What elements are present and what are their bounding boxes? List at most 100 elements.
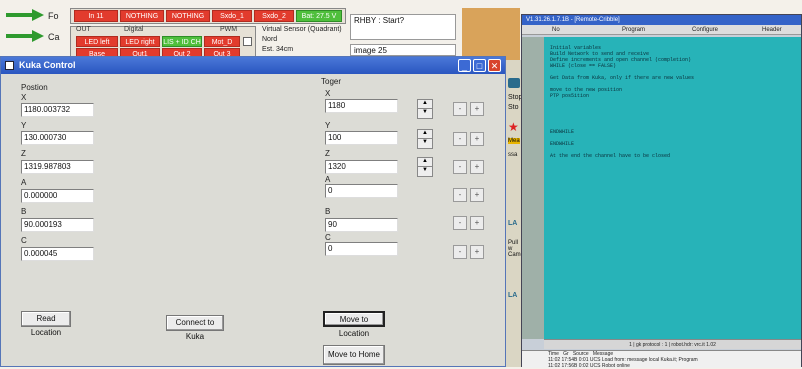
spin-down-icon[interactable]: ▼ [417, 138, 433, 149]
step-minus-button[interactable]: - [453, 188, 467, 202]
image-label-field: image 25 [350, 44, 456, 56]
axis-label-b: B [21, 207, 27, 216]
sensor-distance: Est. 34cm [262, 46, 294, 53]
indicator-cell[interactable]: NOTHING [120, 10, 164, 22]
side-label: Ca [48, 32, 60, 42]
step-minus-button[interactable]: - [453, 160, 467, 174]
move-to-home-button[interactable]: Move to Home [323, 345, 385, 365]
arrow-right-icon [6, 30, 44, 42]
target-y-field[interactable]: 100 [325, 131, 398, 145]
step-plus-button[interactable]: + [470, 160, 484, 174]
axis-label-a: A [325, 175, 331, 184]
side-label: Fo [48, 11, 59, 21]
axis-label-y: Y [21, 121, 27, 130]
peek-label: LA [508, 220, 518, 227]
close-button[interactable]: ✕ [488, 59, 501, 72]
battery-indicator: Bat: 27.5 V [296, 10, 342, 22]
axis-label-z: Z [21, 149, 26, 158]
output-button[interactable]: LIS + ID CH [162, 36, 202, 47]
position-c-field[interactable]: 0.000045 [21, 247, 94, 261]
step-minus-button[interactable]: - [453, 245, 467, 259]
target-y-spinner[interactable]: ▲ ▼ [417, 129, 433, 149]
sensor-title: Virtual Sensor (Quadrant) [262, 26, 342, 33]
step-plus-button[interactable]: + [470, 245, 484, 259]
message-log: Time Gr Source Message 11:02 17:54B 0:01… [522, 350, 801, 369]
position-b-field[interactable]: 90.000193 [21, 218, 94, 232]
position-heading: Postion [21, 83, 48, 92]
code-editor[interactable]: Initial variables Build Network to send a… [544, 37, 801, 339]
axis-label-z: Z [325, 149, 330, 158]
peek-label: Pull w [508, 240, 519, 252]
star-icon[interactable]: ★ [508, 120, 519, 134]
axis-label-x: X [21, 93, 27, 102]
peek-label: LA [508, 292, 518, 299]
axis-label-y: Y [325, 121, 331, 130]
column-header[interactable]: No [552, 25, 560, 35]
step-plus-button[interactable]: + [470, 132, 484, 146]
column-header[interactable]: Header [762, 25, 782, 35]
sensor-value: Nord [262, 36, 278, 43]
column-header[interactable]: Configure [692, 25, 718, 35]
output-button[interactable]: LED left [76, 36, 118, 47]
editor-column-header: No Program Configure Header [522, 25, 801, 35]
position-z-field[interactable]: 1319.987803 [21, 160, 94, 174]
target-z-spinner[interactable]: ▲ ▼ [417, 157, 433, 177]
position-x-field[interactable]: 1180.003732 [21, 103, 94, 117]
step-plus-button[interactable]: + [470, 216, 484, 230]
step-plus-button[interactable]: + [470, 102, 484, 116]
window-title-bar: Kuka Control [1, 57, 505, 74]
read-location-button[interactable]: Read Location [21, 311, 71, 337]
step-minus-button[interactable]: - [453, 132, 467, 146]
editor-title-bar: V1.31.26.1.7.1B - [Remote-Cribble] [522, 15, 801, 25]
indicator-cell[interactable]: NOTHING [166, 10, 210, 22]
step-minus-button[interactable]: - [453, 102, 467, 116]
axis-label-c: C [21, 236, 27, 245]
output-button[interactable]: Mot_D [204, 36, 240, 47]
axis-label-a: A [21, 178, 27, 187]
column-header[interactable]: Program [622, 25, 645, 35]
spin-down-icon[interactable]: ▼ [417, 108, 433, 119]
axis-label-c: C [325, 233, 331, 242]
pwm-label: PWM [220, 26, 238, 33]
step-minus-button[interactable]: - [453, 216, 467, 230]
target-a-field[interactable]: 0 [325, 184, 398, 198]
indicator-cell[interactable]: Sxdo_1 [212, 10, 252, 22]
peek-label: ssa [508, 152, 518, 158]
indicator-cell[interactable]: Sxdo_2 [254, 10, 294, 22]
kuka-control-window: Kuka Control _ □ ✕ Postion Toger X 1180.… [0, 56, 506, 367]
arrow-right-icon [6, 9, 44, 21]
position-y-field[interactable]: 130.000730 [21, 131, 94, 145]
target-heading: Toger [321, 77, 342, 86]
code-lines: Initial variables Build Network to send a… [550, 45, 694, 159]
window-icon [5, 61, 14, 70]
step-plus-button[interactable]: + [470, 188, 484, 202]
maximize-button[interactable]: □ [473, 59, 486, 72]
code-line: Get Data from Kuka, only if there are ne… [550, 75, 695, 81]
pwm-checkbox[interactable] [243, 37, 252, 46]
app-icon[interactable] [508, 78, 520, 88]
line-number-gutter [522, 37, 544, 339]
peek-label: Sto [508, 104, 519, 111]
status-textbox[interactable]: RHBY : Start? [350, 14, 456, 40]
peek-label: Mea [508, 138, 520, 144]
axis-label-b: B [325, 207, 331, 216]
digital-label: Digital [124, 26, 144, 33]
move-to-location-button[interactable]: Move to Location [323, 311, 385, 338]
output-button[interactable]: LED right [120, 36, 160, 47]
target-b-field[interactable]: 90 [325, 218, 398, 232]
out-label: OUT [76, 26, 91, 33]
target-c-field[interactable]: 0 [325, 242, 398, 256]
window-title: Kuka Control [19, 60, 76, 70]
connect-to-kuka-button[interactable]: Connect to Kuka [166, 315, 224, 341]
code-line: At the end the channel have to be closed [550, 153, 671, 159]
position-a-field[interactable]: 0.000000 [21, 189, 94, 203]
log-row[interactable]: 11:02 17:56B 0:02 UCS Robot online [522, 363, 801, 369]
minimize-button[interactable]: _ [458, 59, 471, 72]
target-x-field[interactable]: 1180 [325, 99, 398, 113]
indicator-cell[interactable]: In 11 [74, 10, 118, 22]
robot-editor-window: V1.31.26.1.7.1B - [Remote-Cribble] No Pr… [521, 14, 802, 369]
orange-panel [462, 8, 520, 60]
target-z-field[interactable]: 1320 [325, 160, 398, 174]
spin-down-icon[interactable]: ▼ [417, 166, 433, 177]
target-x-spinner[interactable]: ▲ ▼ [417, 99, 433, 119]
